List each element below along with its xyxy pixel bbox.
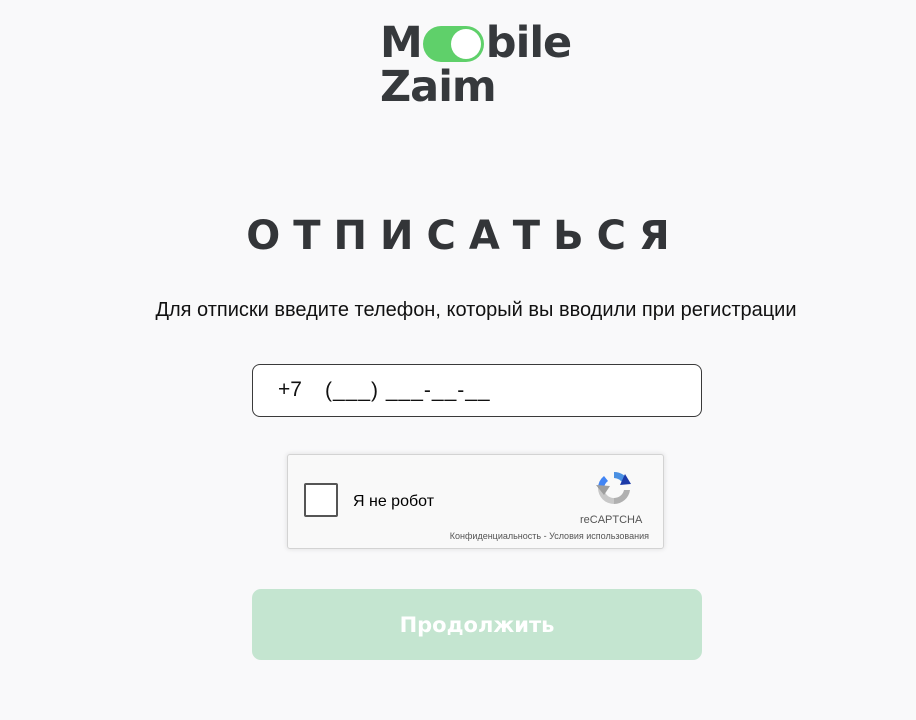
- recaptcha-brand: reCAPTCHA: [580, 514, 643, 526]
- phone-input[interactable]: [325, 373, 685, 409]
- recaptcha-logo-icon: [596, 471, 631, 505]
- logo-text-bile: bile: [485, 18, 572, 68]
- recaptcha-checkbox[interactable]: [304, 483, 338, 517]
- continue-button[interactable]: Продолжить: [252, 589, 702, 660]
- logo[interactable]: M bile Zaim: [380, 14, 580, 112]
- logo-letter-m: M: [380, 18, 423, 68]
- phone-prefix: +7: [278, 378, 302, 401]
- logo-line-2: Zaim: [380, 62, 497, 112]
- phone-field[interactable]: +7: [252, 364, 702, 417]
- recaptcha-links: Конфиденциальность - Условия использован…: [450, 531, 649, 541]
- page-instructions: Для отписки введите телефон, который вы …: [155, 299, 797, 321]
- recaptcha-widget: Я не робот reCAPTCHA Конфиденциальность …: [287, 454, 664, 549]
- logo-line-1: M bile: [380, 18, 572, 68]
- recaptcha-label: Я не робот: [353, 493, 435, 510]
- toggle-icon: [422, 25, 484, 62]
- page-title: ОТПИСАТЬСЯ: [246, 213, 683, 259]
- privacy-link[interactable]: Конфиденциальность: [450, 531, 541, 541]
- links-separator: -: [541, 531, 550, 541]
- terms-link[interactable]: Условия использования: [549, 531, 649, 541]
